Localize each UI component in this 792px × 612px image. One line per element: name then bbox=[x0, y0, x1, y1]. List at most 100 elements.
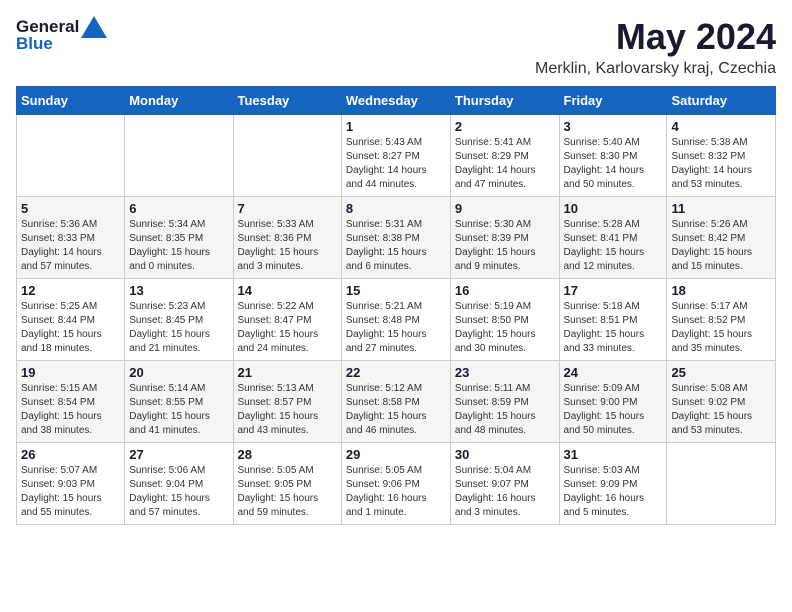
day-info: Sunrise: 5:07 AM Sunset: 9:03 PM Dayligh… bbox=[21, 464, 120, 520]
calendar-week-row: 1 Sunrise: 5:43 AM Sunset: 8:27 PM Daylig… bbox=[17, 115, 776, 197]
day-number: 16 bbox=[455, 283, 555, 298]
calendar-day-cell: 10 Sunrise: 5:28 AM Sunset: 8:41 PM Dayli… bbox=[559, 197, 667, 279]
day-number: 25 bbox=[671, 365, 771, 380]
weekday-header-tuesday: Tuesday bbox=[233, 87, 341, 115]
day-info: Sunrise: 5:17 AM Sunset: 8:52 PM Dayligh… bbox=[671, 300, 771, 356]
calendar-day-cell: 2 Sunrise: 5:41 AM Sunset: 8:29 PM Daylig… bbox=[450, 115, 559, 197]
day-number: 13 bbox=[129, 283, 228, 298]
logo-icon bbox=[81, 16, 107, 38]
day-info: Sunrise: 5:26 AM Sunset: 8:42 PM Dayligh… bbox=[671, 218, 771, 274]
day-info: Sunrise: 5:18 AM Sunset: 8:51 PM Dayligh… bbox=[564, 300, 663, 356]
day-number: 5 bbox=[21, 201, 120, 216]
day-info: Sunrise: 5:15 AM Sunset: 8:54 PM Dayligh… bbox=[21, 382, 120, 438]
day-info: Sunrise: 5:38 AM Sunset: 8:32 PM Dayligh… bbox=[671, 136, 771, 192]
calendar-day-cell: 21Sunrise: 5:13 AM Sunset: 8:57 PM Dayli… bbox=[233, 361, 341, 443]
calendar-table: SundayMondayTuesdayWednesdayThursdayFrid… bbox=[16, 86, 776, 525]
day-info: Sunrise: 5:25 AM Sunset: 8:44 PM Dayligh… bbox=[21, 300, 120, 356]
calendar-day-cell: 13 Sunrise: 5:23 AM Sunset: 8:45 PM Dayli… bbox=[125, 279, 233, 361]
day-number: 18 bbox=[671, 283, 771, 298]
day-number: 22 bbox=[346, 365, 446, 380]
calendar-day-cell bbox=[233, 115, 341, 197]
weekday-header-wednesday: Wednesday bbox=[341, 87, 450, 115]
calendar-day-cell bbox=[17, 115, 125, 197]
day-info: Sunrise: 5:30 AM Sunset: 8:39 PM Dayligh… bbox=[455, 218, 555, 274]
day-info: Sunrise: 5:23 AM Sunset: 8:45 PM Dayligh… bbox=[129, 300, 228, 356]
calendar-week-row: 12 Sunrise: 5:25 AM Sunset: 8:44 PM Dayli… bbox=[17, 279, 776, 361]
day-info: Sunrise: 5:19 AM Sunset: 8:50 PM Dayligh… bbox=[455, 300, 555, 356]
calendar-day-cell: 5 Sunrise: 5:36 AM Sunset: 8:33 PM Daylig… bbox=[17, 197, 125, 279]
calendar-week-row: 26 Sunrise: 5:07 AM Sunset: 9:03 PM Dayli… bbox=[17, 443, 776, 525]
weekday-header-monday: Monday bbox=[125, 87, 233, 115]
day-number: 30 bbox=[455, 447, 555, 462]
day-info: Sunrise: 5:41 AM Sunset: 8:29 PM Dayligh… bbox=[455, 136, 555, 192]
weekday-header-thursday: Thursday bbox=[450, 87, 559, 115]
logo-blue-text: Blue bbox=[16, 34, 53, 54]
calendar-day-cell: 12 Sunrise: 5:25 AM Sunset: 8:44 PM Dayli… bbox=[17, 279, 125, 361]
day-info: Sunrise: 5:14 AM Sunset: 8:55 PM Dayligh… bbox=[129, 382, 228, 438]
day-number: 17 bbox=[564, 283, 663, 298]
day-info: Sunrise: 5:08 AM Sunset: 9:02 PM Dayligh… bbox=[671, 382, 771, 438]
day-number: 12 bbox=[21, 283, 120, 298]
day-number: 19 bbox=[21, 365, 120, 380]
calendar-day-cell: 31 Sunrise: 5:03 AM Sunset: 9:09 PM Dayli… bbox=[559, 443, 667, 525]
day-info: Sunrise: 5:12 AM Sunset: 8:58 PM Dayligh… bbox=[346, 382, 446, 438]
day-number: 28 bbox=[238, 447, 337, 462]
day-info: Sunrise: 5:13 AM Sunset: 8:57 PM Dayligh… bbox=[238, 382, 337, 438]
day-info: Sunrise: 5:34 AM Sunset: 8:35 PM Dayligh… bbox=[129, 218, 228, 274]
calendar-day-cell: 4 Sunrise: 5:38 AM Sunset: 8:32 PM Daylig… bbox=[667, 115, 776, 197]
calendar-day-cell: 8 Sunrise: 5:31 AM Sunset: 8:38 PM Daylig… bbox=[341, 197, 450, 279]
day-info: Sunrise: 5:31 AM Sunset: 8:38 PM Dayligh… bbox=[346, 218, 446, 274]
logo: General Blue bbox=[16, 16, 107, 54]
calendar-title: May 2024 bbox=[535, 16, 776, 58]
calendar-day-cell: 29Sunrise: 5:05 AM Sunset: 9:06 PM Dayli… bbox=[341, 443, 450, 525]
day-info: Sunrise: 5:43 AM Sunset: 8:27 PM Dayligh… bbox=[346, 136, 446, 192]
day-number: 7 bbox=[238, 201, 337, 216]
day-info: Sunrise: 5:33 AM Sunset: 8:36 PM Dayligh… bbox=[238, 218, 337, 274]
calendar-day-cell: 14Sunrise: 5:22 AM Sunset: 8:47 PM Dayli… bbox=[233, 279, 341, 361]
day-info: Sunrise: 5:03 AM Sunset: 9:09 PM Dayligh… bbox=[564, 464, 663, 520]
calendar-day-cell: 11 Sunrise: 5:26 AM Sunset: 8:42 PM Dayli… bbox=[667, 197, 776, 279]
calendar-day-cell: 25 Sunrise: 5:08 AM Sunset: 9:02 PM Dayli… bbox=[667, 361, 776, 443]
calendar-day-cell bbox=[125, 115, 233, 197]
calendar-day-cell: 19 Sunrise: 5:15 AM Sunset: 8:54 PM Dayli… bbox=[17, 361, 125, 443]
day-info: Sunrise: 5:09 AM Sunset: 9:00 PM Dayligh… bbox=[564, 382, 663, 438]
day-info: Sunrise: 5:05 AM Sunset: 9:05 PM Dayligh… bbox=[238, 464, 337, 520]
day-info: Sunrise: 5:22 AM Sunset: 8:47 PM Dayligh… bbox=[238, 300, 337, 356]
day-info: Sunrise: 5:05 AM Sunset: 9:06 PM Dayligh… bbox=[346, 464, 446, 520]
day-number: 4 bbox=[671, 119, 771, 134]
calendar-subtitle: Merklin, Karlovarsky kraj, Czechia bbox=[535, 60, 776, 78]
calendar-day-cell: 1 Sunrise: 5:43 AM Sunset: 8:27 PM Daylig… bbox=[341, 115, 450, 197]
day-info: Sunrise: 5:28 AM Sunset: 8:41 PM Dayligh… bbox=[564, 218, 663, 274]
day-info: Sunrise: 5:04 AM Sunset: 9:07 PM Dayligh… bbox=[455, 464, 555, 520]
calendar-day-cell: 22 Sunrise: 5:12 AM Sunset: 8:58 PM Dayli… bbox=[341, 361, 450, 443]
calendar-day-cell: 6Sunrise: 5:34 AM Sunset: 8:35 PM Daylig… bbox=[125, 197, 233, 279]
day-info: Sunrise: 5:40 AM Sunset: 8:30 PM Dayligh… bbox=[564, 136, 663, 192]
page-header: General Blue May 2024 Merklin, Karlovars… bbox=[16, 16, 776, 78]
day-number: 10 bbox=[564, 201, 663, 216]
calendar-day-cell: 26 Sunrise: 5:07 AM Sunset: 9:03 PM Dayli… bbox=[17, 443, 125, 525]
day-info: Sunrise: 5:06 AM Sunset: 9:04 PM Dayligh… bbox=[129, 464, 228, 520]
calendar-day-cell: 17 Sunrise: 5:18 AM Sunset: 8:51 PM Dayli… bbox=[559, 279, 667, 361]
weekday-header-saturday: Saturday bbox=[667, 87, 776, 115]
weekday-header-row: SundayMondayTuesdayWednesdayThursdayFrid… bbox=[17, 87, 776, 115]
day-number: 8 bbox=[346, 201, 446, 216]
day-info: Sunrise: 5:11 AM Sunset: 8:59 PM Dayligh… bbox=[455, 382, 555, 438]
day-number: 11 bbox=[671, 201, 771, 216]
calendar-day-cell: 28 Sunrise: 5:05 AM Sunset: 9:05 PM Dayli… bbox=[233, 443, 341, 525]
day-number: 9 bbox=[455, 201, 555, 216]
day-info: Sunrise: 5:36 AM Sunset: 8:33 PM Dayligh… bbox=[21, 218, 120, 274]
day-number: 31 bbox=[564, 447, 663, 462]
calendar-day-cell bbox=[667, 443, 776, 525]
calendar-day-cell: 23Sunrise: 5:11 AM Sunset: 8:59 PM Dayli… bbox=[450, 361, 559, 443]
weekday-header-friday: Friday bbox=[559, 87, 667, 115]
title-block: May 2024 Merklin, Karlovarsky kraj, Czec… bbox=[535, 16, 776, 78]
day-number: 1 bbox=[346, 119, 446, 134]
day-number: 2 bbox=[455, 119, 555, 134]
day-number: 26 bbox=[21, 447, 120, 462]
calendar-day-cell: 7 Sunrise: 5:33 AM Sunset: 8:36 PM Daylig… bbox=[233, 197, 341, 279]
day-number: 27 bbox=[129, 447, 228, 462]
calendar-day-cell: 15Sunrise: 5:21 AM Sunset: 8:48 PM Dayli… bbox=[341, 279, 450, 361]
calendar-day-cell: 16 Sunrise: 5:19 AM Sunset: 8:50 PM Dayli… bbox=[450, 279, 559, 361]
calendar-day-cell: 30 Sunrise: 5:04 AM Sunset: 9:07 PM Dayli… bbox=[450, 443, 559, 525]
day-info: Sunrise: 5:21 AM Sunset: 8:48 PM Dayligh… bbox=[346, 300, 446, 356]
